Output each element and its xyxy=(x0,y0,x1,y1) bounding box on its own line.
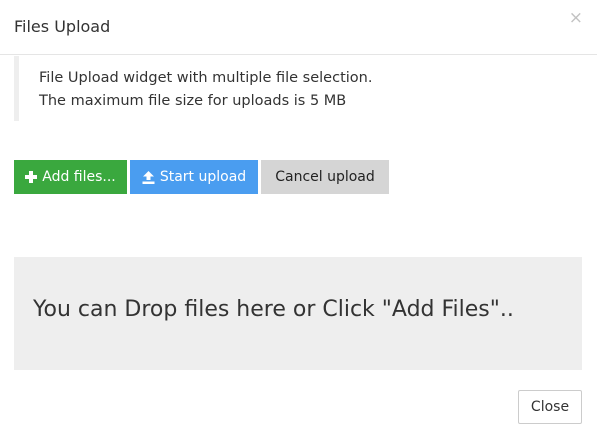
info-callout: File Upload widget with multiple file se… xyxy=(14,56,574,121)
close-button[interactable]: Close xyxy=(518,390,582,424)
start-upload-label: Start upload xyxy=(159,169,247,185)
info-line-2: The maximum file size for uploads is 5 M… xyxy=(39,93,347,109)
dialog-title: Files Upload xyxy=(14,17,111,36)
cancel-upload-label: Cancel upload xyxy=(275,169,375,185)
plus-icon xyxy=(25,171,38,183)
add-files-button[interactable]: Add files... xyxy=(14,160,127,194)
add-files-label: Add files... xyxy=(42,169,116,185)
files-upload-dialog: Files Upload × File Upload widget with m… xyxy=(0,0,597,439)
file-drop-zone[interactable]: You can Drop files here or Click "Add Fi… xyxy=(14,257,582,370)
start-upload-button[interactable]: Start upload xyxy=(130,160,258,194)
cancel-upload-button[interactable]: Cancel upload xyxy=(261,160,389,194)
info-line-1: File Upload widget with multiple file se… xyxy=(39,70,373,86)
upload-icon xyxy=(142,170,155,184)
close-icon[interactable]: × xyxy=(569,10,583,27)
dialog-header: Files Upload × xyxy=(0,0,597,55)
drop-zone-text: You can Drop files here or Click "Add Fi… xyxy=(33,297,514,322)
